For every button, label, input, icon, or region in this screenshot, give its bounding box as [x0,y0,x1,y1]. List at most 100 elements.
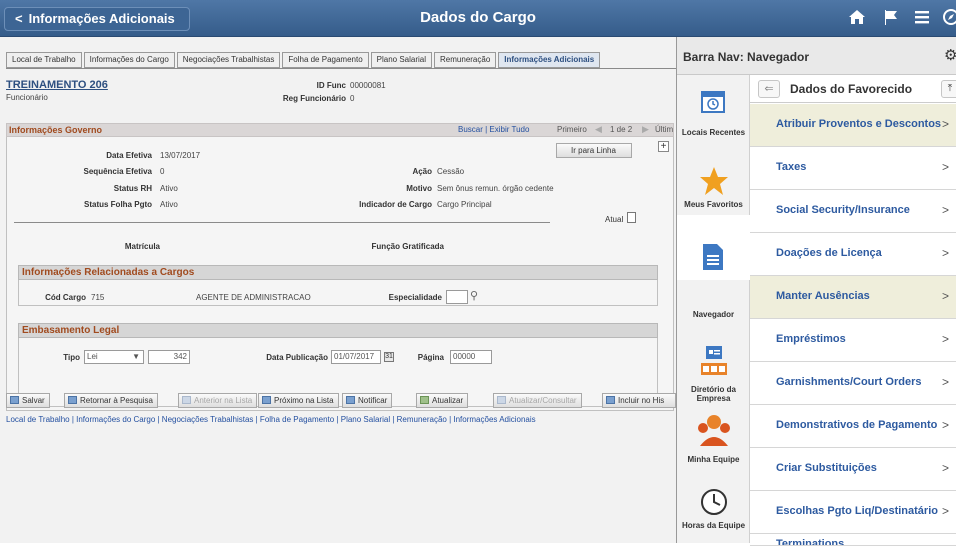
cargos-title: Informações Relacionadas a Cargos [22,267,195,278]
rail-label-meus-favoritos: Meus Favoritos [684,200,743,209]
next-arrow-icon[interactable]: ▶ [642,124,649,135]
status-folha-value: Ativo [160,200,178,209]
nav-item-taxes[interactable]: Taxes > [750,147,956,190]
salvar-label: Salvar [22,396,45,405]
ir-para-linha-button[interactable]: Ir para Linha [556,143,632,158]
atual-label: Atual [605,215,624,224]
tab-informacoes-adicionais[interactable]: Informações Adicionais [498,52,601,68]
nav-item-social-security[interactable]: Social Security/Insurance > [750,190,956,233]
data-publicacao-label: Data Publicação [266,353,328,362]
nav-item-manter-ausencias[interactable]: Manter Ausências > [750,276,956,319]
rail-item-horas-equipe[interactable]: Horas da Equipe [677,480,750,543]
funcao-gratificada-label: Função Gratificada [371,242,444,251]
status-rh-label: Status RH [113,184,152,193]
nav-count: 1 de 2 [610,125,633,134]
nav-item-label: Manter Ausências [776,290,870,302]
notificar-button[interactable]: Notificar [342,393,393,408]
sequencia-efetiva-value: 0 [160,167,165,176]
salvar-button[interactable]: Salvar [6,393,50,408]
pagina-input[interactable]: 00000 [450,350,492,364]
flag-icon[interactable] [882,8,900,31]
nav-item-garnishments[interactable]: Garnishments/Court Orders > [750,362,956,405]
update-view-icon [497,396,506,404]
return-search-icon [68,396,77,404]
directory-icon [701,346,727,375]
matricula-label: Matrícula [124,242,160,251]
previous-icon [182,396,191,404]
chevron-down-icon: ▼ [132,352,140,361]
tab-bar: Local de Trabalho Informações do Cargo Neg… [6,52,602,68]
nav-item-doacoes-licenca[interactable]: Doações de Licença > [750,233,956,276]
nav-primeiro[interactable]: Primeiro [557,125,587,134]
tab-informacoes-cargo[interactable]: Informações do Cargo [83,52,175,68]
add-row-icon[interactable]: + [658,141,669,152]
rail-item-minha-equipe[interactable]: Minha Equipe [677,412,750,472]
tab-remuneracao[interactable]: Remuneração [434,52,497,68]
search-icon[interactable]: ⚲ [470,289,478,302]
tab-folha-pagamento[interactable]: Folha de Pagamento [282,52,369,68]
atualizar-label: Atualizar [432,396,464,405]
status-rh-value: Ativo [160,184,178,193]
calendar-icon[interactable]: 31 [384,352,394,362]
home-icon[interactable] [848,8,866,31]
nav-item-label: Escolhas Pgto Liq/Destinatário [776,505,938,517]
proximo-lista-button[interactable]: Próximo na Lista [258,393,339,408]
navigator-back-button[interactable]: ⇐ [758,80,780,98]
incluir-historico-button[interactable]: Incluir no His [602,393,676,408]
nav-item-demonstrativos[interactable]: Demonstrativos de Pagamento > [750,405,956,448]
prev-arrow-icon[interactable]: ◀ [595,124,602,135]
include-history-icon [606,396,615,404]
cod-cargo-value: 715 [91,293,105,302]
footer-links[interactable]: Local de Trabalho | Informações do Cargo… [6,415,536,424]
retornar-pesquisa-button[interactable]: Retornar à Pesquisa [64,393,158,408]
nav-item-emprestimos[interactable]: Empréstimos > [750,319,956,362]
chevron-right-icon: > [942,160,950,174]
tipo-select[interactable]: Lei ▼ [84,350,144,364]
nav-item-label: Criar Substituições [776,462,877,474]
incluir-label: Incluir no His [618,396,665,405]
id-func-value: 00000081 [350,81,386,90]
nav-ultimo[interactable]: Últim [655,125,673,134]
chevron-right-icon: > [942,289,950,303]
nav-item-escolhas-pgto[interactable]: Escolhas Pgto Liq/Destinatário > [750,491,956,534]
gear-icon[interactable]: ⚙ [944,46,956,64]
menu-icon[interactable] [913,8,931,31]
nav-item-terminations[interactable]: Terminations [750,534,956,546]
atual-checkbox[interactable] [627,212,636,223]
nav-bar-header: Barra Nav: Navegador ⚙ [677,37,956,75]
atualizar-consultar-button[interactable]: Atualizar/Consultar [493,393,582,408]
cargos-header: Informações Relacionadas a Cargos [18,265,658,280]
reg-func-label: Reg Funcionário [282,94,346,103]
anterior-label: Anterior na Lista [194,396,253,405]
tab-negociacoes[interactable]: Negociações Trabalhistas [176,52,281,68]
nav-item-label: Atribuir Proventos e Descontos [776,118,942,130]
nav-item-atribuir-proventos[interactable]: Atribuir Proventos e Descontos > [750,104,956,147]
anterior-lista-button[interactable]: Anterior na Lista [178,393,258,408]
navigator-title: Dados do Favorecido [790,82,913,96]
rail-item-locais-recentes[interactable]: Locais Recentes [677,75,750,148]
data-publicacao-input[interactable]: 01/07/2017 [331,350,381,364]
retornar-label: Retornar à Pesquisa [80,396,153,405]
collapse-top-icon[interactable]: ⤒ [941,80,956,98]
numero-input[interactable]: 342 [148,350,190,364]
tab-plano-salarial[interactable]: Plano Salarial [370,52,433,68]
buscar-exibir-tudo-link[interactable]: Buscar | Exibir Tudo [458,125,529,134]
page-title: Dados do Cargo [420,9,536,26]
tab-local-trabalho[interactable]: Local de Trabalho [6,52,82,68]
rail-item-diretorio-empresa[interactable]: Diretório da Empresa [677,333,750,403]
atualizar-button[interactable]: Atualizar [416,393,469,408]
chevron-right-icon: > [942,332,950,346]
nav-item-label: Social Security/Insurance [776,204,910,216]
navigator-list: ⇐ Dados do Favorecido ⤒ Atribuir Provent… [750,75,956,546]
chevron-right-icon: > [942,418,950,432]
data-efetiva-value: 13/07/2017 [160,151,201,160]
especialidade-input[interactable] [446,290,468,304]
cod-cargo-label: Cód Cargo [45,293,86,302]
rail-item-navegador[interactable]: Navegador [677,215,750,319]
compass-icon[interactable] [942,8,956,31]
nav-item-criar-substituicoes[interactable]: Criar Substituições > [750,448,956,491]
star-icon [700,167,728,195]
tipo-label: Tipo [63,353,80,362]
rail-label-horas-equipe: Horas da Equipe [681,521,746,530]
embasamento-title: Embasamento Legal [22,325,120,336]
